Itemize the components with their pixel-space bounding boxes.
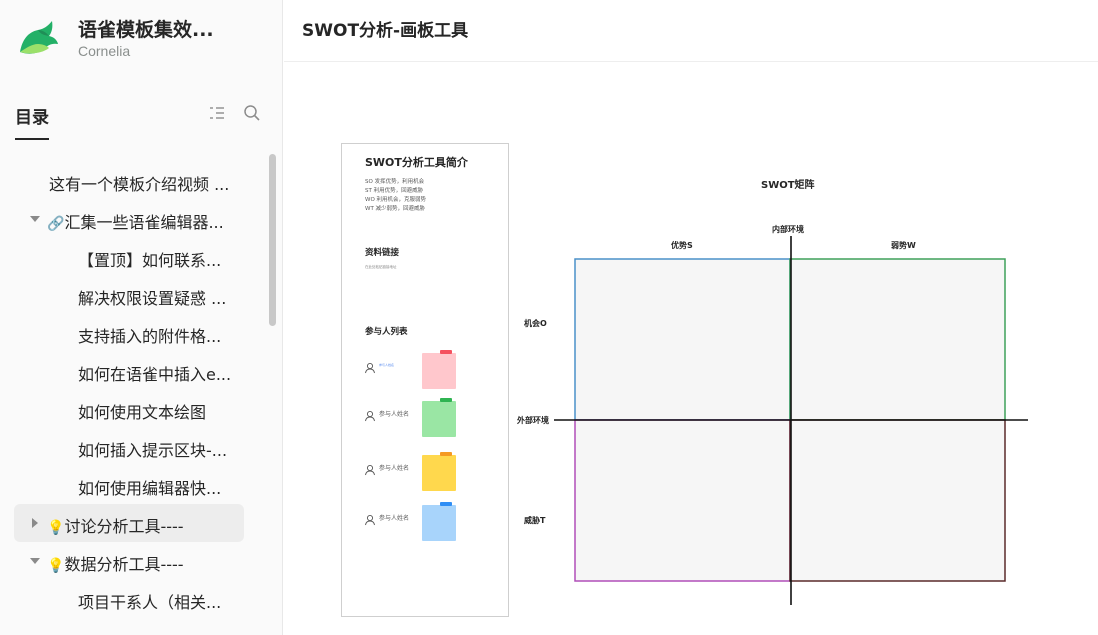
intro-line-so: SO 发挥优势，利用机会 [365, 179, 425, 185]
toc-item[interactable]: 【置顶】如何联系... [14, 238, 244, 276]
swot-title: SWOT矩阵 [761, 180, 815, 191]
swot-quadrant-wt [789, 419, 1006, 582]
sticky-note-yellow[interactable] [422, 452, 456, 491]
list-outline-icon[interactable] [208, 104, 226, 122]
member-icon [365, 464, 375, 476]
doc-header: SWOT分析-画板工具 [284, 0, 1098, 62]
external-env-label: 外部环境 [517, 416, 549, 425]
toc-item-label: 💡数据分析工具---- [47, 551, 184, 575]
caret-right-icon[interactable] [32, 518, 38, 528]
toc-item-label: 如何使用编辑器快... [78, 475, 221, 499]
opportunity-label: 机会O [524, 319, 547, 328]
swot-quadrant-so [574, 258, 791, 421]
toc-item[interactable]: 如何使用编辑器快... [14, 466, 244, 504]
yuque-bird-logo [20, 21, 58, 54]
book-title[interactable]: 语雀模板集效... [78, 15, 214, 42]
toc-item[interactable]: 如何使用文本绘图 [14, 390, 244, 428]
toc-item-label: 💡讨论分析工具---- [47, 513, 184, 537]
toc-item[interactable]: 项目干系人（相关... [14, 580, 244, 618]
toc-item[interactable]: 如何在语雀中插入e... [14, 352, 244, 390]
member-name-4[interactable]: 参与人姓名 [379, 513, 409, 522]
members-section-title: 参与人列表 [365, 327, 408, 337]
internal-env-label: 内部环境 [772, 225, 804, 234]
swot-quadrant-st [574, 419, 791, 582]
member-icon [365, 514, 375, 526]
toc-item-label: 如何在语雀中插入e... [78, 361, 231, 385]
intro-line-st: ST 利用优势，回避威胁 [365, 188, 424, 194]
toc-list: 这有一个模板介绍视频 ... 🔗汇集一些语雀编辑器... 【置顶】如何联系... 解决… [14, 162, 264, 618]
toc-item[interactable]: 💡讨论分析工具---- [14, 504, 244, 542]
intro-line-wo: WO 利用机会，克服弱势 [365, 197, 427, 203]
toc-item-text: 讨论分析工具---- [64, 517, 184, 536]
toc-item[interactable]: 🔗汇集一些语雀编辑器... [14, 200, 244, 238]
toc-item-label: 这有一个模板介绍视频 ... [49, 171, 229, 195]
swot-intro-card[interactable]: SWOT分析工具简介 SO 发挥优势，利用机会 ST 利用优势，回避威胁 WO … [341, 143, 509, 617]
toc-item-text: 汇集一些语雀编辑器... [64, 213, 224, 232]
intro-line-wt: WT 减少弱势，回避威胁 [365, 206, 426, 212]
toc-item-text: 数据分析工具---- [64, 555, 184, 574]
member-name-1[interactable]: 参与人姓名 [379, 363, 394, 367]
toc-item-text: 如何插入提示区块-... [78, 441, 228, 460]
caret-down-icon[interactable] [30, 216, 40, 222]
intro-card-title: SWOT分析工具简介 [365, 156, 468, 169]
toc-item-text: 支持插入的附件格... [78, 327, 222, 346]
toc-item-label: 支持插入的附件格... [78, 323, 221, 347]
lightbulb-icon: 💡 [47, 558, 65, 574]
sidebar: 语雀模板集效... Cornelia 目录 这有一个模板介绍视频 ... 🔗汇集一… [0, 0, 283, 635]
toc-item[interactable]: 💡数据分析工具---- [14, 542, 244, 580]
toc-item[interactable]: 支持插入的附件格... [14, 314, 244, 352]
threat-label: 威胁T [524, 516, 546, 525]
toc-item-label: 【置顶】如何联系... [78, 247, 221, 271]
links-section-title: 资料链接 [365, 248, 400, 258]
link-placeholder[interactable]: 在此处粘贴链接地址 [365, 265, 397, 270]
toc-item-text: 项目干系人（相关... [78, 593, 222, 612]
toc-item-label: 🔗汇集一些语雀编辑器... [47, 209, 224, 233]
weakness-label: 弱势W [891, 241, 916, 250]
main-content: SWOT分析-画板工具 SWOT矩阵 内部环境 优势S 弱势W 机会O 外部环境… [284, 0, 1098, 635]
toc-item-text: 如何使用文本绘图 [78, 403, 207, 422]
toc-item[interactable]: 解决权限设置疑惑 ... [14, 276, 244, 314]
book-header[interactable]: 语雀模板集效... Cornelia [0, 0, 283, 80]
toc-item-text: 【置顶】如何联系... [78, 251, 222, 270]
member-name-3[interactable]: 参与人姓名 [379, 463, 409, 472]
toc-item[interactable]: 如何插入提示区块-... [14, 428, 244, 466]
toc-item-text: 如何使用编辑器快... [78, 479, 222, 498]
caret-down-icon[interactable] [30, 558, 40, 564]
toc-item-label: 如何使用文本绘图 [78, 399, 206, 423]
toc-item-text: 如何在语雀中插入e... [78, 365, 232, 384]
member-name-2[interactable]: 参与人姓名 [379, 409, 409, 418]
sticky-note-green[interactable] [422, 398, 456, 437]
member-icon [365, 362, 375, 374]
toc-item-label: 解决权限设置疑惑 ... [78, 285, 226, 309]
toc-item-label: 如何插入提示区块-... [78, 437, 227, 461]
toc-header: 目录 [15, 100, 265, 140]
toc-title[interactable]: 目录 [15, 103, 49, 128]
book-owner[interactable]: Cornelia [78, 43, 130, 59]
link-icon: 🔗 [47, 216, 65, 232]
swot-quadrant-wo [789, 258, 1006, 421]
member-icon [365, 410, 375, 422]
scrollbar-thumb[interactable] [269, 154, 276, 326]
search-icon[interactable] [243, 104, 261, 122]
sidebar-scrollbar[interactable] [266, 152, 278, 635]
toc-item-text: 这有一个模板介绍视频 ... [49, 175, 230, 194]
whiteboard-canvas[interactable]: SWOT矩阵 内部环境 优势S 弱势W 机会O 外部环境 威胁T SWOT分析工… [284, 62, 1098, 635]
toc-tab-indicator [15, 138, 49, 140]
lightbulb-icon: 💡 [47, 520, 65, 536]
toc-item[interactable]: 这有一个模板介绍视频 ... [14, 162, 244, 200]
sticky-note-pink[interactable] [422, 350, 456, 389]
sticky-note-blue[interactable] [422, 502, 456, 541]
doc-title: SWOT分析-画板工具 [302, 21, 469, 41]
strength-label: 优势S [671, 241, 693, 250]
toc-item-text: 解决权限设置疑惑 ... [78, 289, 227, 308]
toc-item-label: 项目干系人（相关... [78, 589, 221, 613]
